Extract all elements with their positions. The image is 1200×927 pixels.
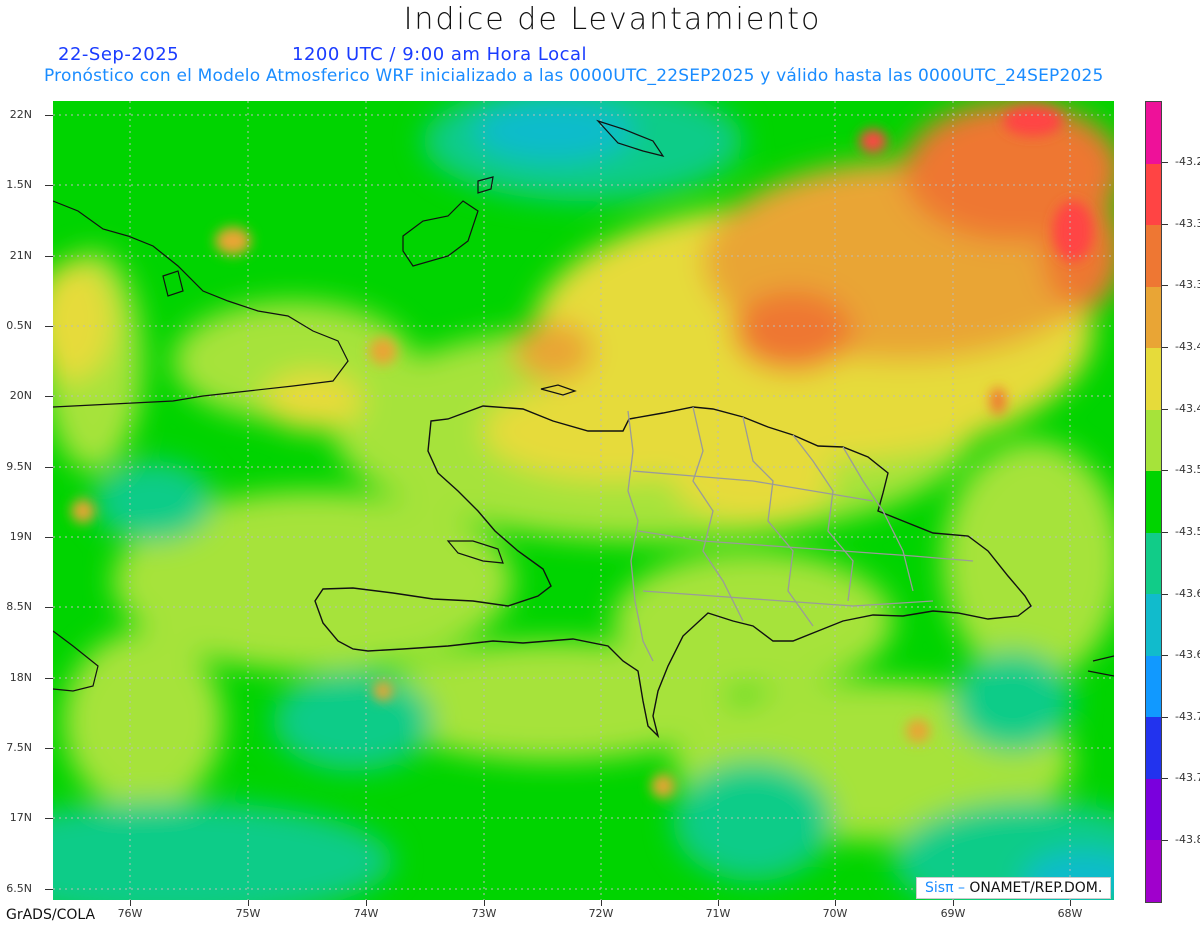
lon-label: 74W [353,907,379,920]
colorbar-segment [1146,655,1161,718]
colorbar-segment [1146,840,1161,902]
colorbar-tick [1162,162,1168,163]
forecast-date: 22-Sep-2025 [58,44,180,65]
map-title: Indice de Levantamiento [403,2,822,37]
colorbar-segment [1146,471,1161,533]
footer-grads: GrADS/COLA [6,907,96,923]
colorbar-label: -43.4 [1175,402,1200,415]
colorbar-tick [1162,778,1168,779]
lon-tick [248,900,249,906]
lon-tick [1070,900,1071,906]
lat-tick [45,537,53,538]
colorbar-tick [1162,470,1168,471]
lon-label: 73W [471,907,497,920]
colorbar [1145,101,1162,903]
credit-org: ONAMET/REP.DOM. [969,880,1103,896]
lon-label: 75W [235,907,261,920]
credit-box: Sisπ – ONAMET/REP.DOM. [916,877,1112,899]
lon-tick [130,900,131,906]
lat-tick [45,185,53,186]
colorbar-tick [1162,532,1168,533]
colorbar-label: -43.3 [1175,217,1200,230]
colorbar-label: -43.2 [1175,155,1200,168]
lat-tick [45,678,53,679]
colorbar-segment [1146,532,1161,595]
colorbar-segment [1146,348,1161,410]
lon-label: 69W [940,907,966,920]
map-canvas [53,101,1114,900]
colorbar-label: -43.5 [1175,463,1200,476]
lat-label: 6.5N [6,882,32,895]
colorbar-tick [1162,594,1168,595]
lat-label: 1.5N [6,178,32,191]
lat-label: 19N [9,530,32,543]
colorbar-tick [1162,840,1168,841]
lon-label: 72W [588,907,614,920]
colorbar-label: -43.3 [1175,278,1200,291]
lon-tick [601,900,602,906]
lon-label: 68W [1057,907,1083,920]
lat-label: 7.5N [6,741,32,754]
lat-label: 9.5N [6,460,32,473]
lat-label: 22N [9,108,32,121]
colorbar-label: -43.5 [1175,525,1200,538]
lat-tick [45,748,53,749]
lat-label: 21N [9,249,32,262]
colorbar-tick [1162,655,1168,656]
colorbar-segment [1146,778,1161,841]
colorbar-label: -43.7 [1175,710,1200,723]
lat-tick [45,889,53,890]
colorbar-segment [1146,717,1161,779]
colorbar-segment [1146,286,1161,349]
colorbar-label: -43.6 [1175,587,1200,600]
colorbar-segment [1146,594,1161,656]
colorbar-label: -43.4 [1175,340,1200,353]
colorbar-tick [1162,347,1168,348]
colorbar-tick [1162,717,1168,718]
lon-tick [718,900,719,906]
lat-tick [45,326,53,327]
lat-tick [45,818,53,819]
colorbar-segment [1146,225,1161,287]
lat-label: 18N [9,671,32,684]
lon-label: 70W [822,907,848,920]
colorbar-tick [1162,285,1168,286]
lat-tick [45,607,53,608]
lon-label: 71W [705,907,731,920]
lat-tick [45,396,53,397]
lon-label: 76W [117,907,143,920]
credit-sis: Sisπ – [925,880,965,896]
lon-tick [835,900,836,906]
lat-label: 0.5N [6,319,32,332]
lat-label: 8.5N [6,600,32,613]
colorbar-label: -43.8 [1175,833,1200,846]
forecast-time: 1200 UTC / 9:00 am Hora Local [292,44,588,65]
lon-tick [366,900,367,906]
map-panel [53,101,1114,900]
lon-tick [953,900,954,906]
colorbar-segment [1146,409,1161,472]
colorbar-label: -43.7 [1175,771,1200,784]
lat-tick [45,467,53,468]
colorbar-tick [1162,409,1168,410]
colorbar-tick [1162,224,1168,225]
lat-tick [45,256,53,257]
lat-label: 17N [9,811,32,824]
lat-label: 20N [9,389,32,402]
lon-tick [484,900,485,906]
colorbar-label: -43.6 [1175,648,1200,661]
colorbar-segment [1146,163,1161,226]
colorbar-segment [1146,102,1161,164]
lat-tick [45,115,53,116]
forecast-description: Pronóstico con el Modelo Atmosferico WRF… [44,66,1104,86]
